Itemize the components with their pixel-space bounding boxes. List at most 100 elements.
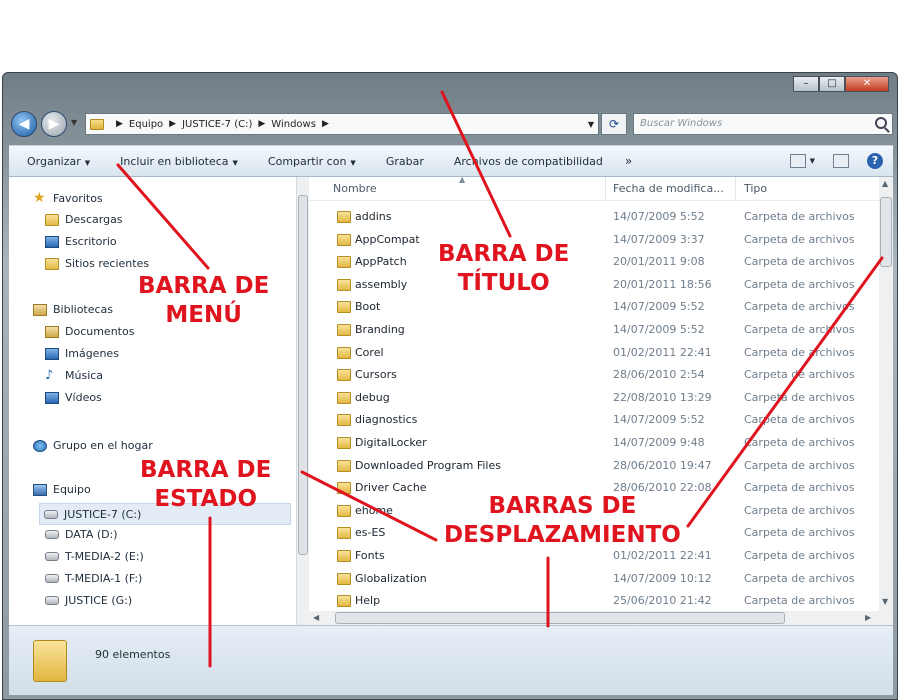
chevron-right-icon[interactable]: ▶ <box>258 119 265 129</box>
file-name: Boot <box>355 300 381 314</box>
file-type: Carpeta de archivos <box>744 232 855 246</box>
nav-videos[interactable]: Vídeos <box>45 391 102 404</box>
include-library-menu[interactable]: Incluir en biblioteca ▼ <box>120 155 238 168</box>
minimize-button[interactable]: – <box>793 76 819 92</box>
file-name: DigitalLocker <box>355 436 427 449</box>
file-row[interactable]: Cursors 28/06/2010 2:54 Carpeta de archivo… <box>309 365 879 387</box>
folder-icon <box>90 118 104 130</box>
file-type: Carpeta de archivos <box>744 255 855 269</box>
refresh-button[interactable]: ⟳ <box>601 113 627 135</box>
nav-downloads[interactable]: Descargas <box>45 213 123 226</box>
file-row[interactable]: AppPatch 20/01/2011 9:08 Carpeta de archiv… <box>309 252 879 274</box>
maximize-button[interactable]: □ <box>819 76 845 92</box>
scroll-right-icon[interactable]: ▶ <box>865 613 871 622</box>
file-row[interactable]: diagnostics 14/07/2009 5:52 Carpeta de arc… <box>309 410 879 432</box>
search-icon[interactable] <box>875 117 887 129</box>
file-type: Carpeta de archivos <box>744 549 855 562</box>
file-type: Carpeta de archivos <box>744 571 855 585</box>
file-name: Fonts <box>355 549 385 562</box>
file-row[interactable]: addins 14/07/2009 5:52 Carpeta de archivos <box>309 207 879 229</box>
nav-drive-d[interactable]: DATA (D:) <box>45 528 118 541</box>
close-button[interactable]: ✕ <box>845 76 889 92</box>
change-view-icon[interactable] <box>789 154 806 168</box>
folder-icon <box>33 640 67 682</box>
recent-pages-dropdown-icon[interactable]: ▼ <box>71 118 77 127</box>
burn-button[interactable]: Grabar <box>386 155 424 168</box>
nav-drive-e[interactable]: T-MEDIA-2 (E:) <box>45 550 144 563</box>
breadcrumb-windows[interactable]: Windows <box>271 119 316 130</box>
nav-computer[interactable]: Equipo <box>33 483 91 496</box>
nav-label: Bibliotecas <box>53 303 114 316</box>
nav-pane-scrollbar[interactable] <box>297 177 309 625</box>
horizontal-scroll-thumb[interactable] <box>335 612 785 624</box>
nav-homegroup[interactable]: Grupo en el hogar <box>33 439 153 452</box>
scroll-down-icon[interactable]: ▼ <box>882 597 888 606</box>
file-row[interactable]: DigitalLocker 14/07/2009 9:48 Carpeta de a… <box>309 433 879 455</box>
vertical-scroll-thumb[interactable] <box>880 197 892 267</box>
more-commands-button[interactable]: » <box>625 154 632 168</box>
file-row[interactable]: AppCompat 14/07/2009 3:37 Carpeta de archi… <box>309 230 879 252</box>
column-date[interactable]: Fecha de modifica... <box>613 182 724 195</box>
breadcrumb-equipo[interactable]: Equipo <box>129 119 163 130</box>
annotation-line: BARRA DE <box>138 273 270 299</box>
nav-desktop[interactable]: Escritorio <box>45 235 117 248</box>
nav-scroll-thumb[interactable] <box>298 195 308 555</box>
chevron-down-icon[interactable]: ▼ <box>810 157 815 165</box>
nav-drive-g[interactable]: JUSTICE (G:) <box>45 594 132 607</box>
star-icon: ★ <box>33 190 46 206</box>
nav-label: Sitios recientes <box>65 257 150 270</box>
file-date: 28/06/2010 2:54 <box>613 368 705 382</box>
column-headers: Nombre ▲ Fecha de modifica... Tipo <box>309 175 879 201</box>
nav-libraries[interactable]: Bibliotecas <box>33 303 113 316</box>
file-row[interactable]: assembly 20/01/2011 18:56 Carpeta de archi… <box>309 275 879 297</box>
nav-documents[interactable]: Documentos <box>45 325 134 338</box>
column-divider[interactable] <box>605 177 606 201</box>
nav-music[interactable]: ♪ Música <box>45 369 103 382</box>
status-bar: 90 elementos <box>9 625 893 695</box>
chevron-right-icon[interactable]: ▶ <box>116 119 123 129</box>
file-row[interactable]: Boot 14/07/2009 5:52 Carpeta de archivos <box>309 297 879 319</box>
nav-favorites[interactable]: ★ Favoritos <box>33 191 103 205</box>
file-row[interactable]: debug 22/08/2010 13:29 Carpeta de archivos <box>309 388 879 410</box>
file-row[interactable]: Help 25/06/2010 21:42 Carpeta de archivos <box>309 591 879 613</box>
nav-images[interactable]: Imágenes <box>45 347 119 360</box>
nav-label: Favoritos <box>53 191 103 205</box>
horizontal-scrollbar[interactable]: ◀ ▶ <box>309 611 879 625</box>
scroll-up-icon[interactable]: ▲ <box>882 179 888 188</box>
file-type: Carpeta de archivos <box>744 594 855 608</box>
back-button[interactable]: ◀ <box>11 111 37 137</box>
forward-button[interactable]: ▶ <box>41 111 67 137</box>
file-row[interactable]: Globalization 14/07/2009 10:12 Carpeta de … <box>309 569 879 591</box>
organize-menu[interactable]: Organizar ▼ <box>27 155 90 168</box>
file-name: es-ES <box>355 526 386 540</box>
menu-bar-annotation: BARRA DE MENÚ <box>138 272 269 330</box>
file-type: Carpeta de archivos <box>744 481 855 495</box>
file-row[interactable]: Branding 14/07/2009 5:52 Carpeta de archiv… <box>309 320 879 342</box>
column-divider[interactable] <box>735 177 736 201</box>
preview-pane-icon[interactable] <box>833 154 849 168</box>
file-date: 28/06/2010 19:47 <box>613 458 712 472</box>
address-dropdown-icon[interactable]: ▼ <box>588 120 594 129</box>
address-bar[interactable]: ▶ Equipo ▶ JUSTICE-7 (C:) ▶ Windows ▶ ▼ <box>85 113 599 135</box>
compat-files-button[interactable]: Archivos de compatibilidad <box>454 155 603 168</box>
address-row: ◀ ▶ ▼ ▶ Equipo ▶ JUSTICE-7 (C:) ▶ Window… <box>9 109 893 139</box>
view-tools: ▼ ? <box>772 153 883 169</box>
scroll-left-icon[interactable]: ◀ <box>313 613 319 622</box>
nav-recent-places[interactable]: Sitios recientes <box>45 257 149 270</box>
vertical-scrollbar[interactable]: ▲ ▼ <box>879 177 893 625</box>
chevron-right-icon[interactable]: ▶ <box>169 119 176 129</box>
column-name[interactable]: Nombre <box>333 182 377 195</box>
chevron-right-icon[interactable]: ▶ <box>322 119 329 129</box>
file-name: AppCompat <box>355 232 420 246</box>
column-type[interactable]: Tipo <box>744 182 767 195</box>
file-row[interactable]: Downloaded Program Files 28/06/2010 19:47… <box>309 456 879 478</box>
caption-buttons: – □ ✕ <box>793 76 889 92</box>
search-input[interactable]: Buscar Windows <box>633 113 893 135</box>
file-date: 14/07/2009 5:52 <box>613 210 705 223</box>
file-row[interactable]: Corel 01/02/2011 22:41 Carpeta de archivos <box>309 343 879 365</box>
file-name: debug <box>355 390 390 404</box>
share-with-menu[interactable]: Compartir con ▼ <box>268 155 356 168</box>
breadcrumb-drive[interactable]: JUSTICE-7 (C:) <box>182 119 252 130</box>
nav-drive-f[interactable]: T-MEDIA-1 (F:) <box>45 572 142 585</box>
help-icon[interactable]: ? <box>867 153 883 169</box>
